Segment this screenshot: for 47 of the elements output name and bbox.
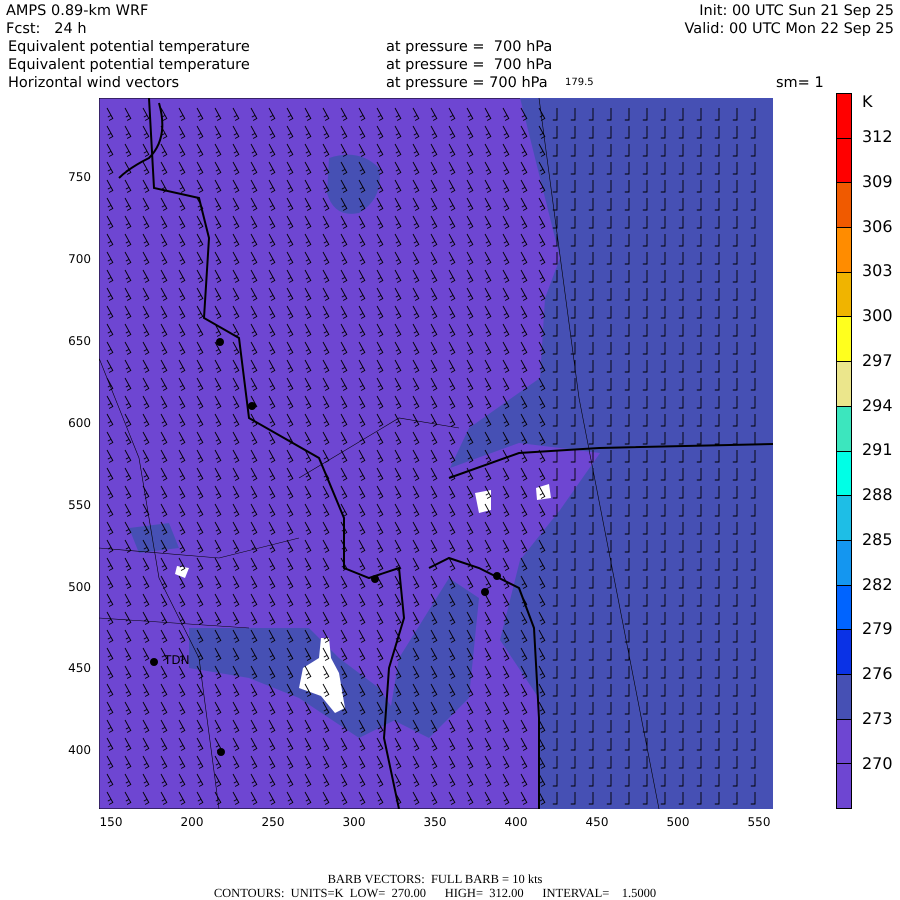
forecast-hour: Fcst: 24 h <box>6 20 87 38</box>
x-axis-label: 200 <box>180 815 204 829</box>
y-axis-label: 400 <box>68 743 91 758</box>
colorbar-label: 312 <box>862 126 893 148</box>
colorbar-label: 279 <box>862 618 893 640</box>
colorbar-label: 276 <box>862 663 893 685</box>
valid-time: Valid: 00 UTC Mon 22 Sep 25 <box>684 20 894 38</box>
y-axis-label: 600 <box>68 416 91 430</box>
y-axis-label: 500 <box>68 580 91 594</box>
y-axis-label: 700 <box>68 252 91 266</box>
colorbar-label: 270 <box>862 752 893 774</box>
init-time: Init: 00 UTC Sun 21 Sep 25 <box>699 2 894 20</box>
x-axis-label: 400 <box>504 815 528 829</box>
colorbar-label: 282 <box>862 574 893 596</box>
pressure-level: at pressure = 700 hPa <box>386 74 548 92</box>
colorbar-label: 303 <box>862 260 893 282</box>
model-title: AMPS 0.89-km WRF <box>6 2 148 20</box>
colorbar-label: 309 <box>862 170 893 193</box>
smoothing-label: sm= 1 <box>776 74 824 92</box>
colorbar-label: 285 <box>862 528 893 551</box>
colorbar-label: 294 <box>862 394 893 416</box>
x-axis-label: 500 <box>666 815 690 829</box>
pressure-level: at pressure = 700 hPa <box>386 38 552 56</box>
x-axis-label: 150 <box>100 815 122 829</box>
colorbar-label: 297 <box>862 350 893 372</box>
colorbar-unit: K <box>862 93 874 113</box>
colorbar-label: 288 <box>862 484 893 506</box>
x-axis-label: 250 <box>262 815 284 829</box>
colorbar-label: 291 <box>862 439 893 462</box>
longitude-label: 179.5 <box>565 78 594 88</box>
y-axis-label: 450 <box>68 661 91 676</box>
y-axis-label: 550 <box>68 498 91 512</box>
y-axis-label: 750 <box>68 170 91 184</box>
colorbar-label: 306 <box>862 216 893 238</box>
footer-note: BARB VECTORS: FULL BARB = 10 kts <box>328 872 542 886</box>
x-axis-label: 350 <box>424 815 446 829</box>
x-axis-label: 300 <box>342 815 366 829</box>
field-name: Equivalent potential temperature <box>8 38 250 56</box>
pressure-level: at pressure = 700 hPa <box>386 56 552 74</box>
colorbar-label: 273 <box>862 708 893 730</box>
y-axis-label: 650 <box>68 334 91 348</box>
field-name: Equivalent potential temperature <box>8 56 250 74</box>
field-name: Horizontal wind vectors <box>8 74 180 92</box>
x-axis-label: 450 <box>586 815 608 829</box>
footer-note: CONTOURS: UNITS=K LOW= 270.00 HIGH= 312.00 INTERVAL= 1.5000 <box>214 886 656 900</box>
x-axis-label: 550 <box>748 815 770 829</box>
colorbar-label: 300 <box>862 305 893 327</box>
